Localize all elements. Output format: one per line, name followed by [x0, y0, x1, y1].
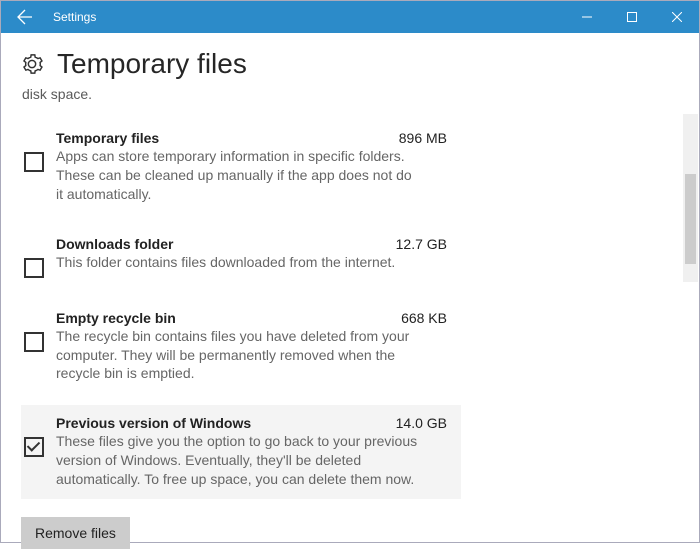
item-body: Temporary files 896 MBApps can store temp…: [44, 130, 451, 204]
storage-item: Previous version of Windows 14.0 GBThese …: [21, 405, 461, 499]
window-title: Settings: [49, 10, 564, 24]
item-description: This folder contains files downloaded fr…: [56, 252, 451, 272]
close-icon: [672, 12, 682, 22]
storage-item: Downloads folder 12.7 GBThis folder conta…: [21, 226, 461, 288]
remove-files-button[interactable]: Remove files: [21, 517, 130, 549]
item-header: Previous version of Windows 14.0 GB: [56, 415, 451, 431]
item-label: Empty recycle bin: [56, 310, 176, 326]
item-header: Temporary files 896 MB: [56, 130, 451, 146]
scrollbar-track[interactable]: [683, 114, 698, 282]
item-size: 14.0 GB: [396, 415, 451, 431]
back-button[interactable]: [1, 1, 49, 33]
item-header: Downloads folder 12.7 GB: [56, 236, 451, 252]
item-checkbox[interactable]: [24, 332, 44, 352]
item-body: Downloads folder 12.7 GBThis folder conta…: [44, 236, 451, 272]
item-description: Apps can store temporary information in …: [56, 146, 451, 204]
item-label: Downloads folder: [56, 236, 173, 252]
storage-item: Temporary files 896 MBApps can store temp…: [21, 120, 461, 214]
item-size: 668 KB: [401, 310, 451, 326]
storage-item: Empty recycle bin 668 KBThe recycle bin c…: [21, 300, 461, 394]
arrow-left-icon: [17, 9, 33, 25]
page-header: Temporary files: [1, 33, 699, 88]
item-header: Empty recycle bin 668 KB: [56, 310, 451, 326]
temp-files-list: Temporary files 896 MBApps can store temp…: [1, 120, 699, 499]
item-body: Previous version of Windows 14.0 GBThese …: [44, 415, 451, 489]
truncated-text: disk space.: [1, 86, 699, 120]
minimize-icon: [582, 12, 592, 22]
item-label: Temporary files: [56, 130, 159, 146]
page-title: Temporary files: [57, 48, 247, 80]
gear-icon: [21, 53, 43, 75]
item-size: 896 MB: [399, 130, 451, 146]
minimize-button[interactable]: [564, 1, 609, 33]
item-description: The recycle bin contains files you have …: [56, 326, 451, 384]
item-description: These files give you the option to go ba…: [56, 431, 451, 489]
scrollbar-thumb[interactable]: [685, 174, 696, 264]
item-label: Previous version of Windows: [56, 415, 251, 431]
close-button[interactable]: [654, 1, 699, 33]
maximize-button[interactable]: [609, 1, 654, 33]
maximize-icon: [627, 12, 637, 22]
item-checkbox[interactable]: [24, 152, 44, 172]
item-size: 12.7 GB: [396, 236, 451, 252]
item-body: Empty recycle bin 668 KBThe recycle bin c…: [44, 310, 451, 384]
item-checkbox[interactable]: [24, 437, 44, 457]
item-checkbox[interactable]: [24, 258, 44, 278]
titlebar: Settings: [1, 1, 699, 33]
